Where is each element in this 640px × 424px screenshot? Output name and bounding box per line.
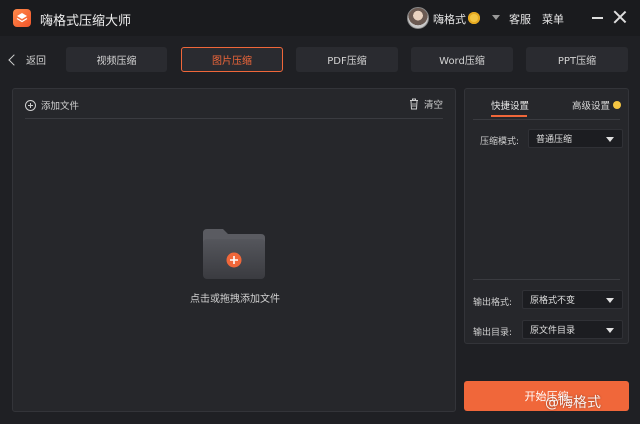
menu-button[interactable]: 菜单 bbox=[542, 11, 564, 27]
trash-icon bbox=[409, 98, 418, 110]
close-icon[interactable] bbox=[613, 10, 627, 24]
compress-mode-select[interactable]: 普通压缩 bbox=[528, 129, 623, 148]
customer-service-button[interactable]: 客服 bbox=[509, 11, 531, 27]
tab-ppt-compress[interactable]: PPT压缩 bbox=[526, 47, 628, 72]
avatar[interactable] bbox=[407, 7, 429, 29]
username[interactable]: 嗨格式 bbox=[433, 11, 466, 27]
chevron-down-icon bbox=[606, 328, 614, 333]
settings-panel: 快捷设置 高级设置 压缩模式: 普通压缩 输出格式: 原格式不变 输出目录: 原… bbox=[464, 88, 629, 344]
chevron-left-icon bbox=[8, 53, 20, 66]
compress-mode-label: 压缩模式: bbox=[480, 137, 520, 147]
folder-add-icon[interactable] bbox=[201, 227, 267, 281]
vip-coin-icon bbox=[468, 12, 480, 24]
tab-image-compress[interactable]: 图片压缩 bbox=[181, 47, 283, 72]
title-bar: 嗨格式压缩大师 嗨格式 客服 菜单 bbox=[0, 0, 640, 36]
output-dir-label: 输出目录: bbox=[473, 328, 513, 338]
vip-coin-icon bbox=[613, 101, 622, 109]
compress-mode-value: 普通压缩 bbox=[536, 135, 573, 145]
advanced-settings-label: 高级设置 bbox=[572, 101, 611, 112]
output-format-value: 原格式不变 bbox=[530, 296, 576, 306]
output-format-label: 输出格式: bbox=[473, 298, 513, 308]
tab-advanced-settings[interactable]: 高级设置 bbox=[572, 98, 622, 112]
divider bbox=[473, 119, 620, 120]
watermark: @嗨格式 bbox=[545, 395, 601, 411]
user-dropdown-chevron-icon[interactable] bbox=[492, 15, 500, 20]
add-circle-icon bbox=[25, 99, 36, 111]
tab-quick-settings[interactable]: 快捷设置 bbox=[491, 98, 529, 112]
chevron-down-icon bbox=[606, 137, 614, 142]
minimize-icon[interactable] bbox=[592, 17, 603, 19]
tab-video-compress[interactable]: 视频压缩 bbox=[66, 47, 167, 72]
clear-button[interactable]: 清空 bbox=[409, 97, 443, 111]
add-file-label: 添加文件 bbox=[41, 101, 80, 112]
active-tab-indicator bbox=[491, 115, 527, 117]
app-title: 嗨格式压缩大师 bbox=[40, 14, 132, 29]
output-format-select[interactable]: 原格式不变 bbox=[522, 290, 623, 309]
output-dir-select[interactable]: 原文件目录 bbox=[522, 320, 623, 339]
chevron-down-icon bbox=[606, 298, 614, 303]
drop-hint: 点击或拖拽添加文件 bbox=[190, 294, 280, 305]
back-button[interactable]: 返回 bbox=[8, 52, 46, 67]
tab-word-compress[interactable]: Word压缩 bbox=[411, 47, 513, 72]
app-logo-icon bbox=[13, 9, 31, 27]
back-label: 返回 bbox=[26, 56, 46, 67]
divider bbox=[473, 279, 620, 280]
tab-pdf-compress[interactable]: PDF压缩 bbox=[296, 47, 398, 72]
file-drop-panel[interactable]: 添加文件 清空 点击或拖拽添加文件 bbox=[12, 88, 456, 412]
clear-label: 清空 bbox=[423, 100, 443, 111]
add-file-button[interactable]: 添加文件 bbox=[25, 98, 79, 112]
divider bbox=[25, 118, 443, 119]
output-dir-value: 原文件目录 bbox=[530, 326, 576, 336]
